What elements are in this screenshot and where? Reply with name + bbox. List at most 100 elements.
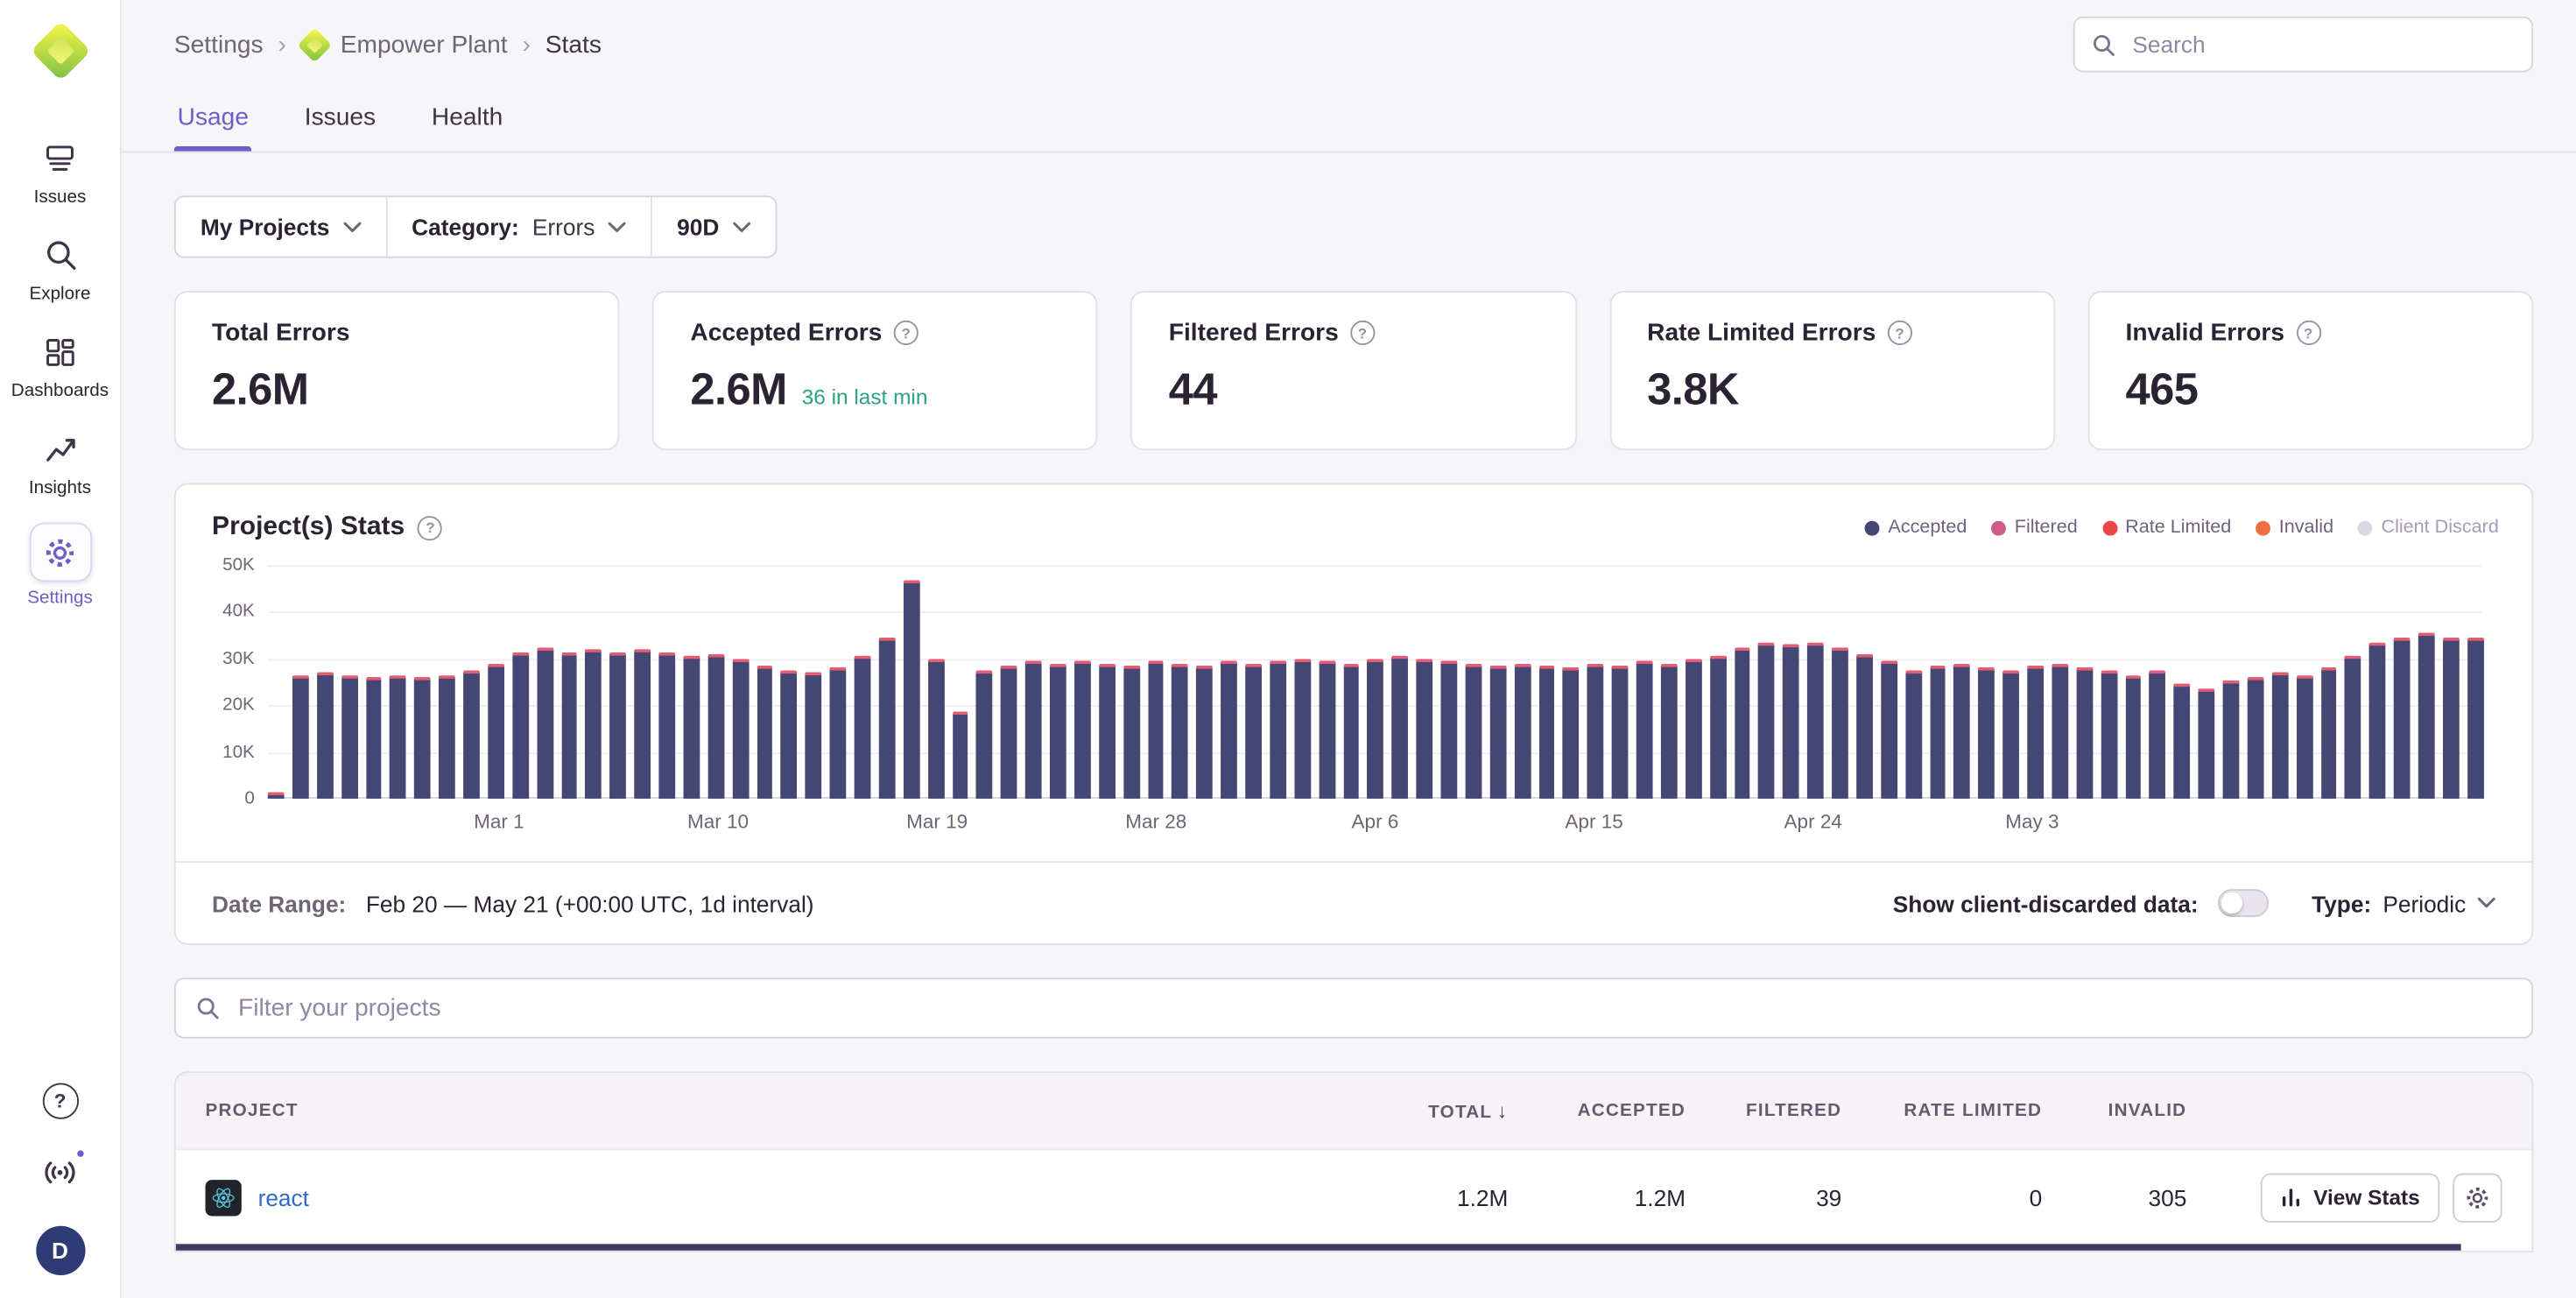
- chart-bar[interactable]: [2174, 684, 2191, 799]
- chart-bar[interactable]: [1123, 666, 1140, 799]
- chart-bar[interactable]: [2369, 642, 2386, 798]
- chart-bar[interactable]: [1612, 666, 1629, 799]
- chart-bar[interactable]: [1099, 663, 1116, 799]
- chart-bar[interactable]: [292, 675, 309, 799]
- chart-bar[interactable]: [2101, 670, 2117, 799]
- chart-bar[interactable]: [1979, 668, 1995, 799]
- chart-bar[interactable]: [1270, 661, 1286, 799]
- chart-bar[interactable]: [658, 652, 675, 799]
- chart-bar[interactable]: [2443, 638, 2460, 799]
- period-filter-dropdown[interactable]: 90D: [651, 197, 775, 257]
- chart-bar[interactable]: [683, 656, 700, 799]
- col-accepted[interactable]: ACCEPTED: [1508, 1101, 1686, 1121]
- chart-bar[interactable]: [781, 670, 798, 799]
- chart-bar[interactable]: [1440, 661, 1457, 799]
- chart-bar[interactable]: [2027, 666, 2044, 799]
- chart-bar[interactable]: [707, 654, 724, 799]
- sidebar-item-dashboards[interactable]: Dashboards: [3, 328, 117, 401]
- chart-bar[interactable]: [1661, 663, 1678, 799]
- sidebar-item-issues[interactable]: Issues: [3, 135, 117, 208]
- info-icon[interactable]: ?: [894, 321, 918, 345]
- col-total[interactable]: TOTAL↓: [1327, 1099, 1508, 1122]
- info-icon[interactable]: ?: [1888, 321, 1912, 345]
- chart-bar[interactable]: [757, 666, 773, 799]
- chart-bar[interactable]: [952, 712, 968, 799]
- chart-bar[interactable]: [341, 675, 358, 799]
- chart-bar[interactable]: [1514, 663, 1531, 799]
- category-filter-dropdown[interactable]: Category: Errors: [385, 197, 651, 257]
- chart-bar[interactable]: [1001, 666, 1017, 799]
- chart-bar[interactable]: [2052, 663, 2068, 799]
- chart-bar[interactable]: [2271, 673, 2288, 799]
- client-discard-toggle[interactable]: [2218, 889, 2269, 917]
- chart-bar[interactable]: [2248, 677, 2264, 799]
- chart-bar[interactable]: [268, 792, 285, 799]
- chart-bar[interactable]: [1221, 661, 1237, 799]
- chart-bar[interactable]: [732, 659, 749, 799]
- info-icon[interactable]: ?: [418, 515, 442, 540]
- chart-bar[interactable]: [1196, 666, 1213, 799]
- help-button[interactable]: ?: [39, 1080, 81, 1123]
- chart-bar[interactable]: [927, 659, 944, 799]
- chart-bar[interactable]: [1563, 668, 1580, 799]
- legend-rate-limited[interactable]: Rate Limited: [2102, 518, 2231, 538]
- chart-bar[interactable]: [976, 670, 993, 799]
- whats-new-button[interactable]: [39, 1150, 81, 1193]
- chart-bar[interactable]: [1368, 659, 1384, 799]
- chart-bar[interactable]: [1465, 663, 1482, 799]
- chart-bar[interactable]: [1538, 666, 1555, 799]
- info-icon[interactable]: ?: [2296, 321, 2320, 345]
- chart-bar[interactable]: [1148, 661, 1165, 799]
- chart-bar[interactable]: [488, 663, 504, 799]
- chart-bar[interactable]: [1881, 661, 1897, 799]
- col-filtered[interactable]: FILTERED: [1686, 1101, 1841, 1121]
- legend-client-discard[interactable]: Client Discard: [2358, 518, 2499, 538]
- chart-bar[interactable]: [1905, 670, 1922, 799]
- tab-issues[interactable]: Issues: [301, 88, 379, 151]
- chart-bar[interactable]: [1392, 656, 1409, 799]
- chart-bar[interactable]: [2467, 638, 2484, 799]
- project-filter[interactable]: [174, 977, 2533, 1038]
- chart-bar[interactable]: [1783, 645, 1799, 799]
- col-project[interactable]: PROJECT: [206, 1101, 1327, 1121]
- chart-bar[interactable]: [1245, 663, 1262, 799]
- chart-bar[interactable]: [2418, 633, 2435, 799]
- chart-bar[interactable]: [855, 656, 871, 799]
- chart-bar[interactable]: [879, 638, 896, 799]
- chart-bar[interactable]: [1319, 661, 1335, 799]
- sidebar-item-explore[interactable]: Explore: [3, 232, 117, 305]
- chart-bar[interactable]: [1686, 659, 1702, 799]
- sidebar-item-settings[interactable]: Settings: [3, 523, 117, 609]
- chart-bar[interactable]: [1172, 663, 1188, 799]
- chart-bar[interactable]: [317, 673, 334, 799]
- chart-bar[interactable]: [2199, 689, 2215, 799]
- chart-bar[interactable]: [2345, 656, 2361, 799]
- tab-health[interactable]: Health: [428, 88, 506, 151]
- global-search[interactable]: [2073, 17, 2533, 73]
- chart-bar[interactable]: [610, 652, 627, 799]
- info-icon[interactable]: ?: [1350, 321, 1375, 345]
- chart-bar[interactable]: [1734, 647, 1750, 799]
- search-input[interactable]: [2129, 30, 2516, 60]
- chart-bar[interactable]: [561, 652, 578, 799]
- tab-usage[interactable]: Usage: [174, 88, 252, 151]
- chart-bar[interactable]: [512, 652, 529, 799]
- chart-bar[interactable]: [463, 670, 480, 799]
- breadcrumb-org[interactable]: Empower Plant: [301, 31, 508, 59]
- type-dropdown[interactable]: Type: Periodic: [2312, 890, 2495, 916]
- project-filter-input[interactable]: [235, 992, 2512, 1024]
- chart-bar[interactable]: [634, 649, 651, 799]
- chart-bar[interactable]: [365, 677, 382, 799]
- chart-bar[interactable]: [1636, 661, 1653, 799]
- chart-bar[interactable]: [390, 675, 406, 799]
- breadcrumb-settings[interactable]: Settings: [174, 31, 264, 59]
- chart-bar[interactable]: [2223, 680, 2240, 799]
- chart-bar[interactable]: [1832, 647, 1848, 799]
- projects-filter-dropdown[interactable]: My Projects: [176, 197, 385, 257]
- chart-bar[interactable]: [2002, 670, 2019, 799]
- chart-bar[interactable]: [1343, 663, 1360, 799]
- chart-bar[interactable]: [1930, 666, 1946, 799]
- chart-bar[interactable]: [1709, 656, 1726, 799]
- chart-bar[interactable]: [414, 677, 431, 799]
- chart-bar[interactable]: [439, 675, 455, 799]
